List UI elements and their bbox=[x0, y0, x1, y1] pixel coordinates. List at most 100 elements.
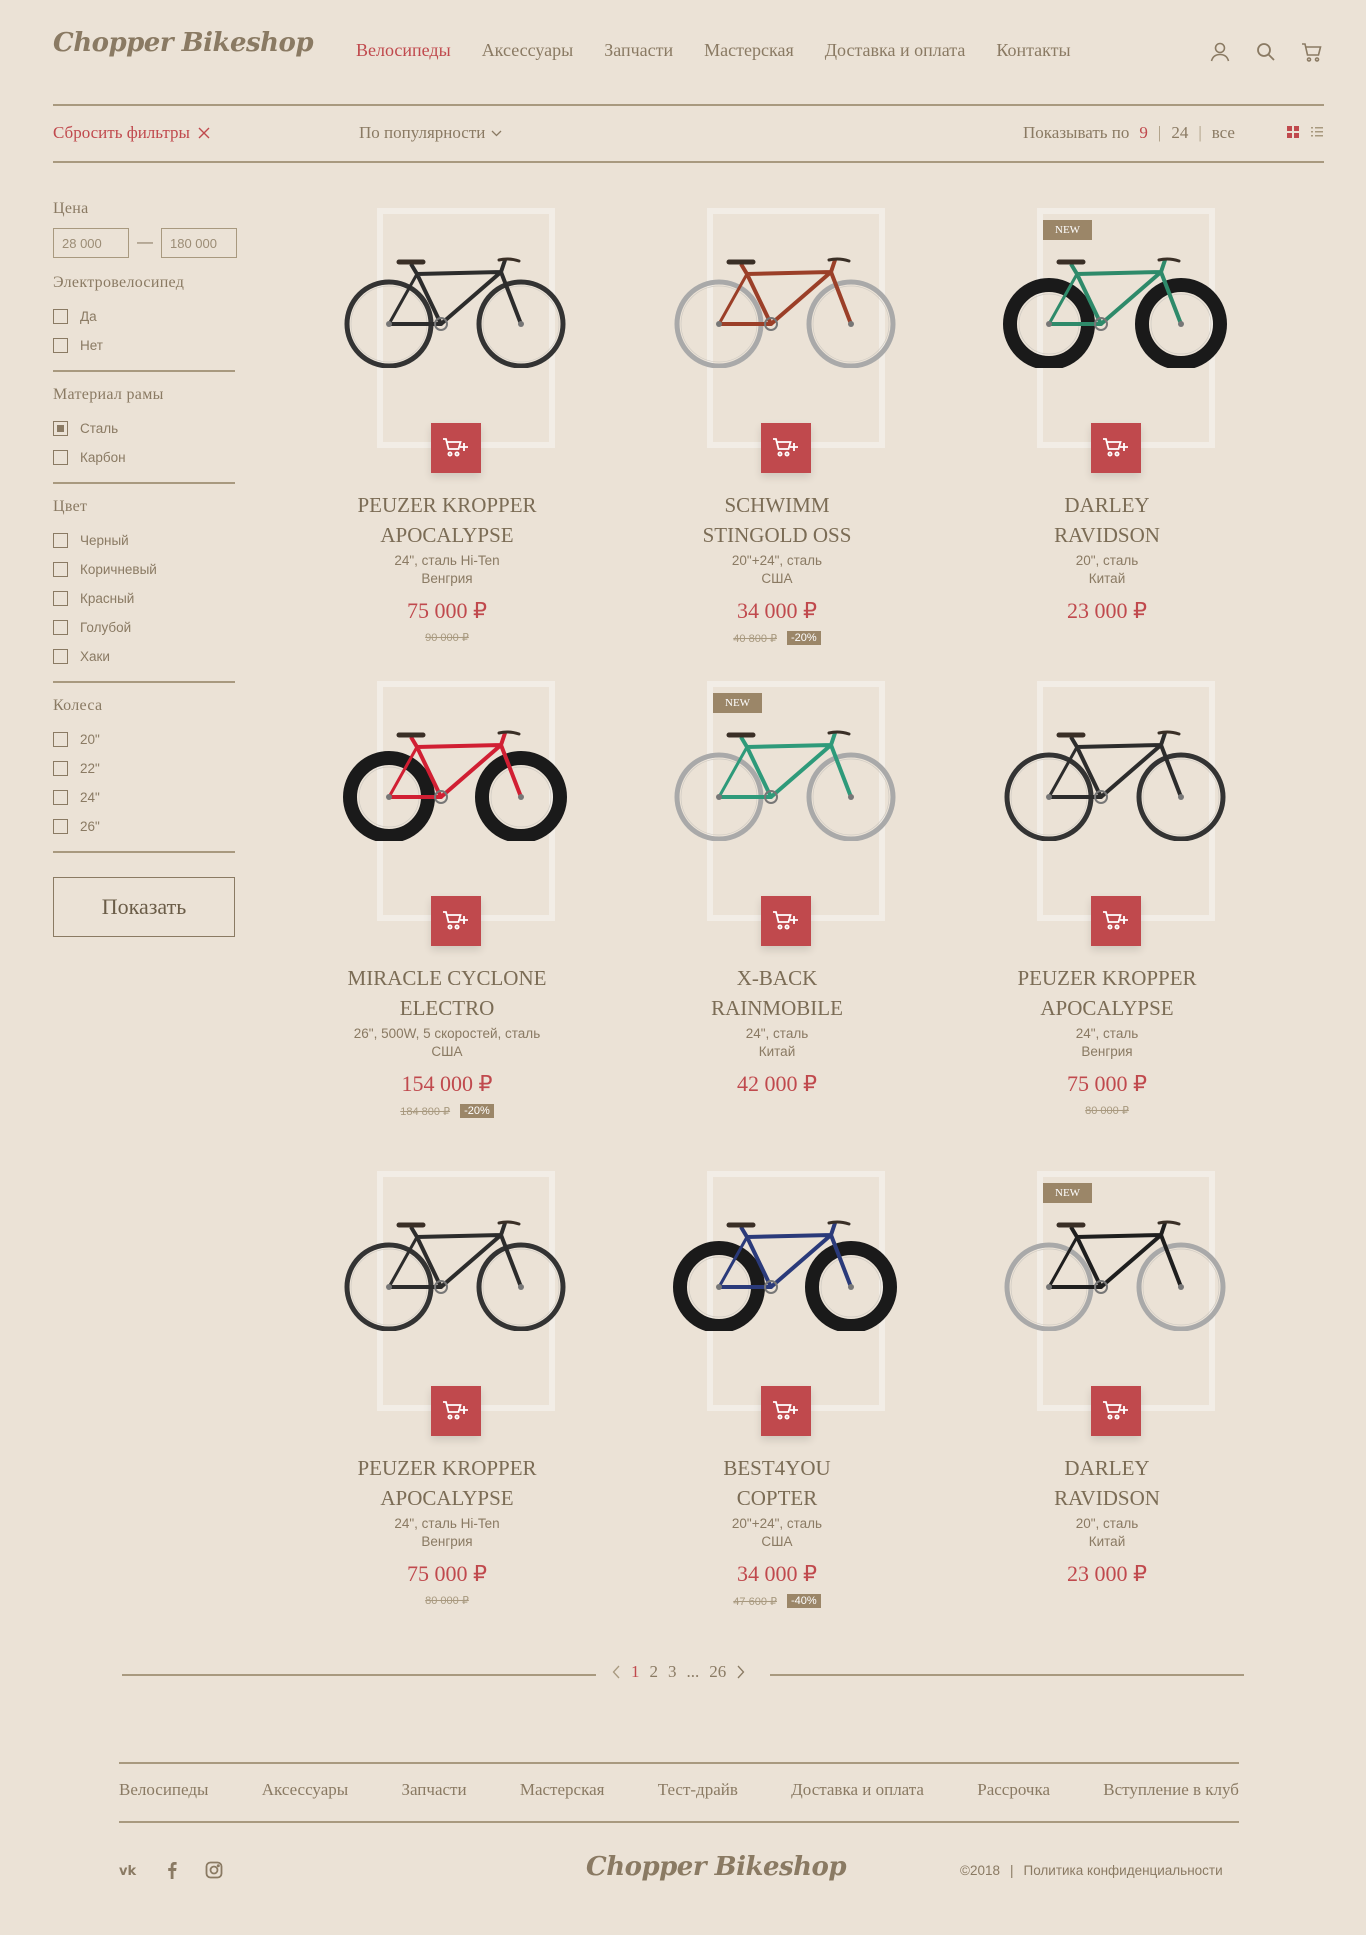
filter-option[interactable]: Черный bbox=[53, 526, 235, 555]
product-name[interactable]: SCHWIMM STINGOLD OSS bbox=[647, 490, 907, 550]
instagram-icon[interactable] bbox=[203, 1860, 225, 1880]
product-image[interactable] bbox=[341, 244, 569, 369]
list-view-icon[interactable] bbox=[1310, 125, 1324, 139]
filter-option-label: Карбон bbox=[80, 450, 126, 465]
footer-nav-item[interactable]: Доставка и оплата bbox=[791, 1780, 924, 1800]
sort-dropdown[interactable]: По популярности bbox=[359, 123, 502, 143]
chevron-right-icon[interactable] bbox=[736, 1665, 745, 1679]
product-image[interactable] bbox=[1001, 1207, 1229, 1332]
product-name[interactable]: DARLEY RAVIDSON bbox=[977, 490, 1237, 550]
per-page-option[interactable]: 24 bbox=[1171, 123, 1188, 143]
product-name[interactable]: MIRACLE CYCLONE ELECTRO bbox=[317, 963, 577, 1023]
nav-item[interactable]: Велосипеды bbox=[356, 40, 451, 61]
checkbox[interactable] bbox=[53, 309, 68, 324]
product-image[interactable] bbox=[671, 717, 899, 842]
filter-option[interactable]: Сталь bbox=[53, 414, 235, 443]
footer-nav-item[interactable]: Запчасти bbox=[401, 1780, 466, 1800]
page-link[interactable]: 2 bbox=[650, 1662, 659, 1682]
add-to-cart-button[interactable] bbox=[431, 423, 481, 473]
filter-option[interactable]: Коричневый bbox=[53, 555, 235, 584]
product-image[interactable] bbox=[1001, 717, 1229, 842]
product-image[interactable] bbox=[341, 717, 569, 843]
product-image[interactable] bbox=[671, 1207, 899, 1333]
logo[interactable]: Chopper Bikeshop bbox=[53, 28, 314, 58]
page-link[interactable]: 1 bbox=[631, 1662, 640, 1682]
product-name-line: APOCALYPSE bbox=[1040, 996, 1174, 1020]
filter-option[interactable]: Хаки bbox=[53, 642, 235, 671]
per-page-option[interactable]: 9 bbox=[1139, 123, 1148, 143]
add-to-cart-button[interactable] bbox=[761, 423, 811, 473]
filter-option[interactable]: Голубой bbox=[53, 613, 235, 642]
product-spec: 24", сталь Hi-Ten bbox=[394, 1516, 500, 1531]
checkbox[interactable] bbox=[53, 338, 68, 353]
product-spec: 20"+24", сталь bbox=[731, 1516, 823, 1531]
footer-nav-item[interactable]: Аксессуары bbox=[262, 1780, 348, 1800]
filter-option[interactable]: 24" bbox=[53, 783, 235, 812]
search-icon[interactable] bbox=[1254, 40, 1278, 64]
footer-nav-item[interactable]: Вступление в клуб bbox=[1103, 1780, 1239, 1800]
checkbox[interactable] bbox=[53, 533, 68, 548]
filter-option[interactable]: 26" bbox=[53, 812, 235, 841]
footer-nav-item[interactable]: Рассрочка bbox=[977, 1780, 1050, 1800]
checkbox[interactable] bbox=[53, 790, 68, 805]
chevron-left-icon[interactable] bbox=[612, 1665, 621, 1679]
checkbox[interactable] bbox=[53, 562, 68, 577]
nav-item[interactable]: Мастерская bbox=[704, 40, 794, 61]
checkbox[interactable] bbox=[53, 421, 68, 436]
checkbox[interactable] bbox=[53, 732, 68, 747]
grid-view-icon[interactable] bbox=[1286, 125, 1300, 139]
vk-icon[interactable]: vk bbox=[119, 1860, 141, 1880]
cart-icon[interactable] bbox=[1300, 40, 1324, 64]
per-page-option[interactable]: все bbox=[1212, 123, 1235, 143]
checkbox[interactable] bbox=[53, 450, 68, 465]
add-to-cart-button[interactable] bbox=[1091, 896, 1141, 946]
checkbox[interactable] bbox=[53, 591, 68, 606]
facebook-icon[interactable] bbox=[161, 1860, 183, 1880]
nav-item[interactable]: Доставка и оплата bbox=[825, 40, 966, 61]
checkbox[interactable] bbox=[53, 819, 68, 834]
per-page-selector: Показывать по 9 | 24 | все bbox=[1023, 123, 1235, 143]
add-to-cart-button[interactable] bbox=[431, 896, 481, 946]
footer-nav-item[interactable]: Мастерская bbox=[520, 1780, 605, 1800]
footer-nav-item[interactable]: Тест-драйв bbox=[658, 1780, 738, 1800]
privacy-link[interactable]: Политика конфиденциальности bbox=[1024, 1863, 1223, 1878]
nav-item[interactable]: Аксессуары bbox=[482, 40, 574, 61]
product-name[interactable]: BEST4YOU COPTER bbox=[647, 1453, 907, 1513]
footer-nav-item[interactable]: Велосипеды bbox=[119, 1780, 208, 1800]
product-name[interactable]: DARLEY RAVIDSON bbox=[977, 1453, 1237, 1513]
add-to-cart-button[interactable] bbox=[761, 896, 811, 946]
filter-option[interactable]: Нет bbox=[53, 331, 235, 360]
checkbox[interactable] bbox=[53, 649, 68, 664]
product-name[interactable]: PEUZER KROPPER APOCALYPSE bbox=[317, 1453, 577, 1513]
reset-filters-button[interactable]: Сбросить фильтры bbox=[53, 123, 210, 143]
nav-item[interactable]: Контакты bbox=[996, 40, 1070, 61]
nav-item[interactable]: Запчасти bbox=[604, 40, 673, 61]
product-name[interactable]: PEUZER KROPPER APOCALYPSE bbox=[317, 490, 577, 550]
add-to-cart-button[interactable] bbox=[761, 1386, 811, 1436]
product-name[interactable]: PEUZER KROPPER APOCALYPSE bbox=[977, 963, 1237, 1023]
filter-option[interactable]: Да bbox=[53, 302, 235, 331]
product-name[interactable]: X-BACK RAINMOBILE bbox=[647, 963, 907, 1023]
show-button[interactable]: Показать bbox=[53, 877, 235, 937]
filter-option[interactable]: 22" bbox=[53, 754, 235, 783]
filter-option[interactable]: 20" bbox=[53, 725, 235, 754]
price-min-input[interactable] bbox=[53, 228, 129, 258]
price-max-input[interactable] bbox=[161, 228, 237, 258]
product-image[interactable] bbox=[1001, 244, 1229, 370]
product-image[interactable] bbox=[671, 244, 899, 369]
checkbox[interactable] bbox=[53, 620, 68, 635]
add-to-cart-button[interactable] bbox=[1091, 423, 1141, 473]
filter-option[interactable]: Красный bbox=[53, 584, 235, 613]
product-image[interactable] bbox=[341, 1207, 569, 1332]
filter-option[interactable]: Карбон bbox=[53, 443, 235, 472]
user-icon[interactable] bbox=[1208, 40, 1232, 64]
page-link[interactable]: 3 bbox=[668, 1662, 677, 1682]
checkbox[interactable] bbox=[53, 761, 68, 776]
add-to-cart-button[interactable] bbox=[1091, 1386, 1141, 1436]
footer-logo[interactable]: Chopper Bikeshop bbox=[586, 1852, 847, 1882]
add-to-cart-button[interactable] bbox=[431, 1386, 481, 1436]
product-name-line: BEST4YOU bbox=[723, 1456, 831, 1480]
page-link[interactable]: 26 bbox=[709, 1662, 726, 1682]
filter-option-label: 22" bbox=[80, 761, 100, 776]
product-name-line: APOCALYPSE bbox=[380, 523, 514, 547]
